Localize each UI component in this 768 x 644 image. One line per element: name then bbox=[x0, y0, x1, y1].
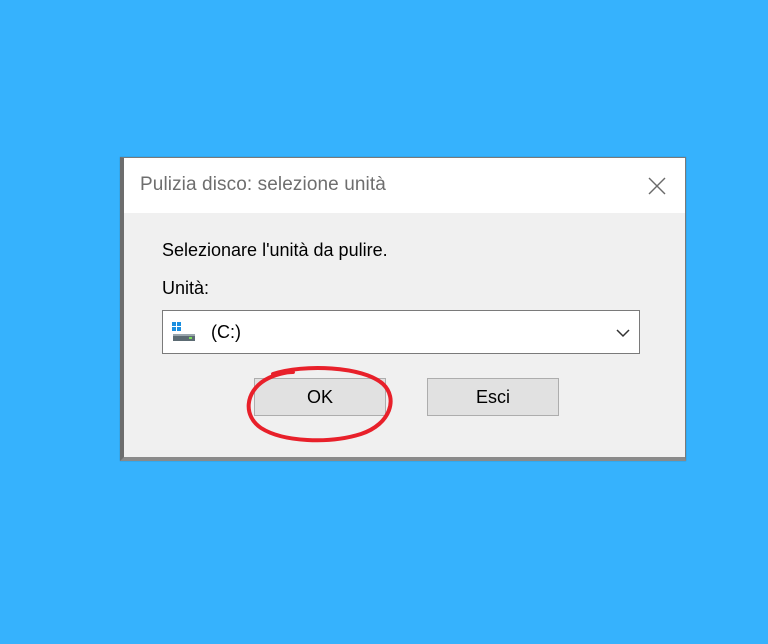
drive-dropdown[interactable]: (C:) bbox=[162, 310, 640, 354]
drive-icon bbox=[172, 322, 195, 341]
desktop-background: Pulizia disco: selezione unità Seleziona… bbox=[0, 0, 768, 644]
close-icon bbox=[648, 177, 666, 194]
drive-label: Unità: bbox=[162, 278, 210, 298]
dialog-title: Pulizia disco: selezione unità bbox=[140, 174, 386, 195]
exit-button[interactable]: Esci bbox=[427, 378, 559, 416]
close-button[interactable] bbox=[629, 158, 685, 213]
drive-selected-value: (C:) bbox=[211, 322, 241, 342]
dialog-titlebar: Pulizia disco: selezione unità bbox=[124, 158, 685, 213]
select-drive-prompt: Selezionare l'unità da pulire. bbox=[162, 240, 388, 260]
ok-button[interactable]: OK bbox=[254, 378, 386, 416]
chevron-down-icon bbox=[616, 329, 630, 338]
disk-cleanup-drive-selection-dialog: Pulizia disco: selezione unità Seleziona… bbox=[120, 157, 686, 461]
